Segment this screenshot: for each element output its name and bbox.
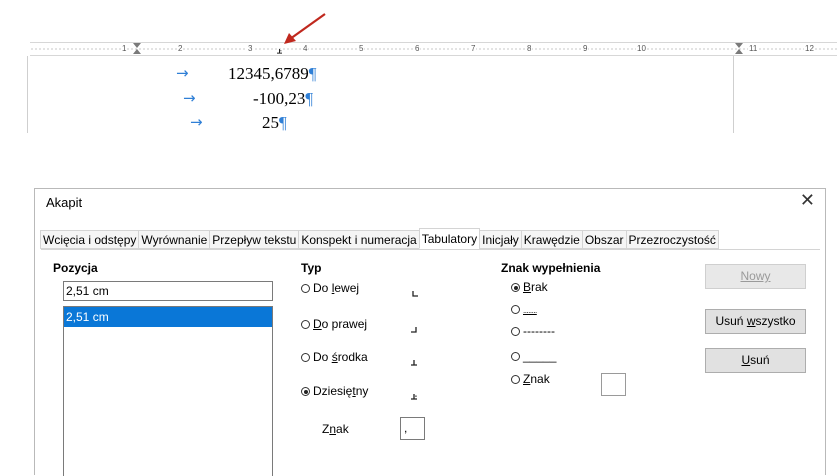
close-icon[interactable]: ✕ bbox=[800, 190, 815, 211]
tab-arrow-icon: → bbox=[183, 89, 196, 107]
ruler-number: 12 bbox=[804, 43, 815, 55]
fill-char-radio[interactable]: Znak bbox=[511, 372, 550, 386]
fill-none-radio[interactable]: Brak bbox=[511, 280, 548, 294]
fill-char-label: Znak wypełnienia bbox=[501, 261, 601, 275]
position-list[interactable]: 2,51 cm bbox=[63, 306, 273, 476]
center-tab-icon bbox=[411, 360, 417, 366]
ruler-number: 8 bbox=[526, 43, 533, 55]
tab-arrow-icon: → bbox=[190, 113, 203, 131]
fill-dots-radio[interactable]: ........ bbox=[511, 305, 537, 315]
document-line-2[interactable]: -100,23¶ bbox=[253, 89, 313, 109]
ruler-number: 6 bbox=[414, 43, 421, 55]
delete-all-button[interactable]: Usuń wszystko bbox=[705, 309, 806, 334]
type-center-radio[interactable]: Do środka bbox=[301, 350, 368, 364]
page-left-edge bbox=[27, 56, 28, 133]
ruler-number: 1 bbox=[121, 43, 128, 55]
fill-char-input[interactable] bbox=[601, 373, 626, 396]
new-button[interactable]: Nowy bbox=[705, 264, 806, 289]
page-right-edge bbox=[733, 56, 734, 133]
decimal-tab-stop-icon[interactable] bbox=[277, 49, 282, 54]
radio-icon bbox=[301, 284, 310, 293]
document-line-1[interactable]: 12345,6789¶ bbox=[228, 64, 316, 84]
tab-tabs[interactable]: Tabulatory bbox=[418, 228, 481, 249]
tab-transparency[interactable]: Przezroczystość bbox=[625, 230, 719, 249]
pilcrow-icon: ¶ bbox=[279, 113, 287, 132]
tab-bar: Wcięcia i odstępy Wyrównanie Przepływ te… bbox=[40, 228, 719, 250]
tab-indents-spacing[interactable]: Wcięcia i odstępy bbox=[40, 230, 140, 249]
ruler-number: 9 bbox=[582, 43, 589, 55]
radio-icon bbox=[511, 327, 520, 336]
ruler-number: 5 bbox=[358, 43, 365, 55]
ruler-number: 3 bbox=[247, 43, 254, 55]
tab-outline-numbering[interactable]: Konspekt i numeracja bbox=[298, 230, 420, 249]
decimal-char-label: Znak bbox=[322, 422, 349, 436]
fill-underline-radio[interactable]: _____ bbox=[511, 349, 556, 363]
type-decimal-radio[interactable]: Dziesiętny bbox=[301, 384, 368, 398]
radio-icon bbox=[511, 352, 520, 361]
type-label: Typ bbox=[301, 261, 322, 275]
position-input[interactable]: 2,51 cm bbox=[63, 281, 273, 301]
radio-icon bbox=[301, 353, 310, 362]
type-left-radio[interactable]: Do lewej bbox=[301, 281, 359, 295]
tab-borders[interactable]: Krawędzie bbox=[520, 230, 583, 249]
ruler-number: 11 bbox=[748, 43, 759, 55]
decimal-char-input[interactable]: , bbox=[400, 417, 425, 440]
delete-button[interactable]: Usuń bbox=[705, 348, 806, 373]
paragraph-dialog: Akapit ✕ Wcięcia i odstępy Wyrównanie Pr… bbox=[34, 188, 826, 476]
fill-dashes-radio[interactable]: -------- bbox=[511, 324, 555, 338]
tab-alignment[interactable]: Wyrównanie bbox=[138, 230, 211, 249]
ruler-ticks bbox=[30, 48, 837, 50]
decimal-tab-icon bbox=[411, 394, 417, 400]
left-tab-icon bbox=[412, 291, 418, 297]
ruler-number: 10 bbox=[636, 43, 647, 55]
radio-icon bbox=[301, 320, 310, 329]
tab-arrow-icon: → bbox=[176, 64, 189, 82]
pilcrow-icon: ¶ bbox=[305, 89, 314, 108]
annotation-arrow-icon bbox=[284, 13, 326, 44]
right-tab-icon bbox=[411, 327, 417, 333]
radio-icon bbox=[511, 305, 520, 314]
tab-divider bbox=[41, 249, 820, 250]
ruler-number: 2 bbox=[177, 43, 184, 55]
radio-checked-icon bbox=[301, 387, 310, 396]
tab-text-flow[interactable]: Przepływ tekstu bbox=[209, 230, 300, 249]
dialog-title: Akapit bbox=[46, 195, 83, 210]
pilcrow-icon: ¶ bbox=[308, 64, 317, 83]
position-label: Pozycja bbox=[53, 261, 98, 275]
type-right-radio[interactable]: Do prawej bbox=[301, 317, 367, 331]
ruler-number: 7 bbox=[470, 43, 477, 55]
radio-checked-icon bbox=[511, 283, 520, 292]
radio-icon bbox=[511, 375, 520, 384]
list-item[interactable]: 2,51 cm bbox=[64, 307, 272, 327]
horizontal-ruler[interactable]: 1 2 3 4 5 6 7 8 9 10 11 12 bbox=[30, 42, 837, 56]
document-line-3[interactable]: 25¶ bbox=[262, 113, 287, 133]
tab-area[interactable]: Obszar bbox=[581, 230, 627, 249]
tab-drop-caps[interactable]: Inicjały bbox=[479, 230, 522, 249]
